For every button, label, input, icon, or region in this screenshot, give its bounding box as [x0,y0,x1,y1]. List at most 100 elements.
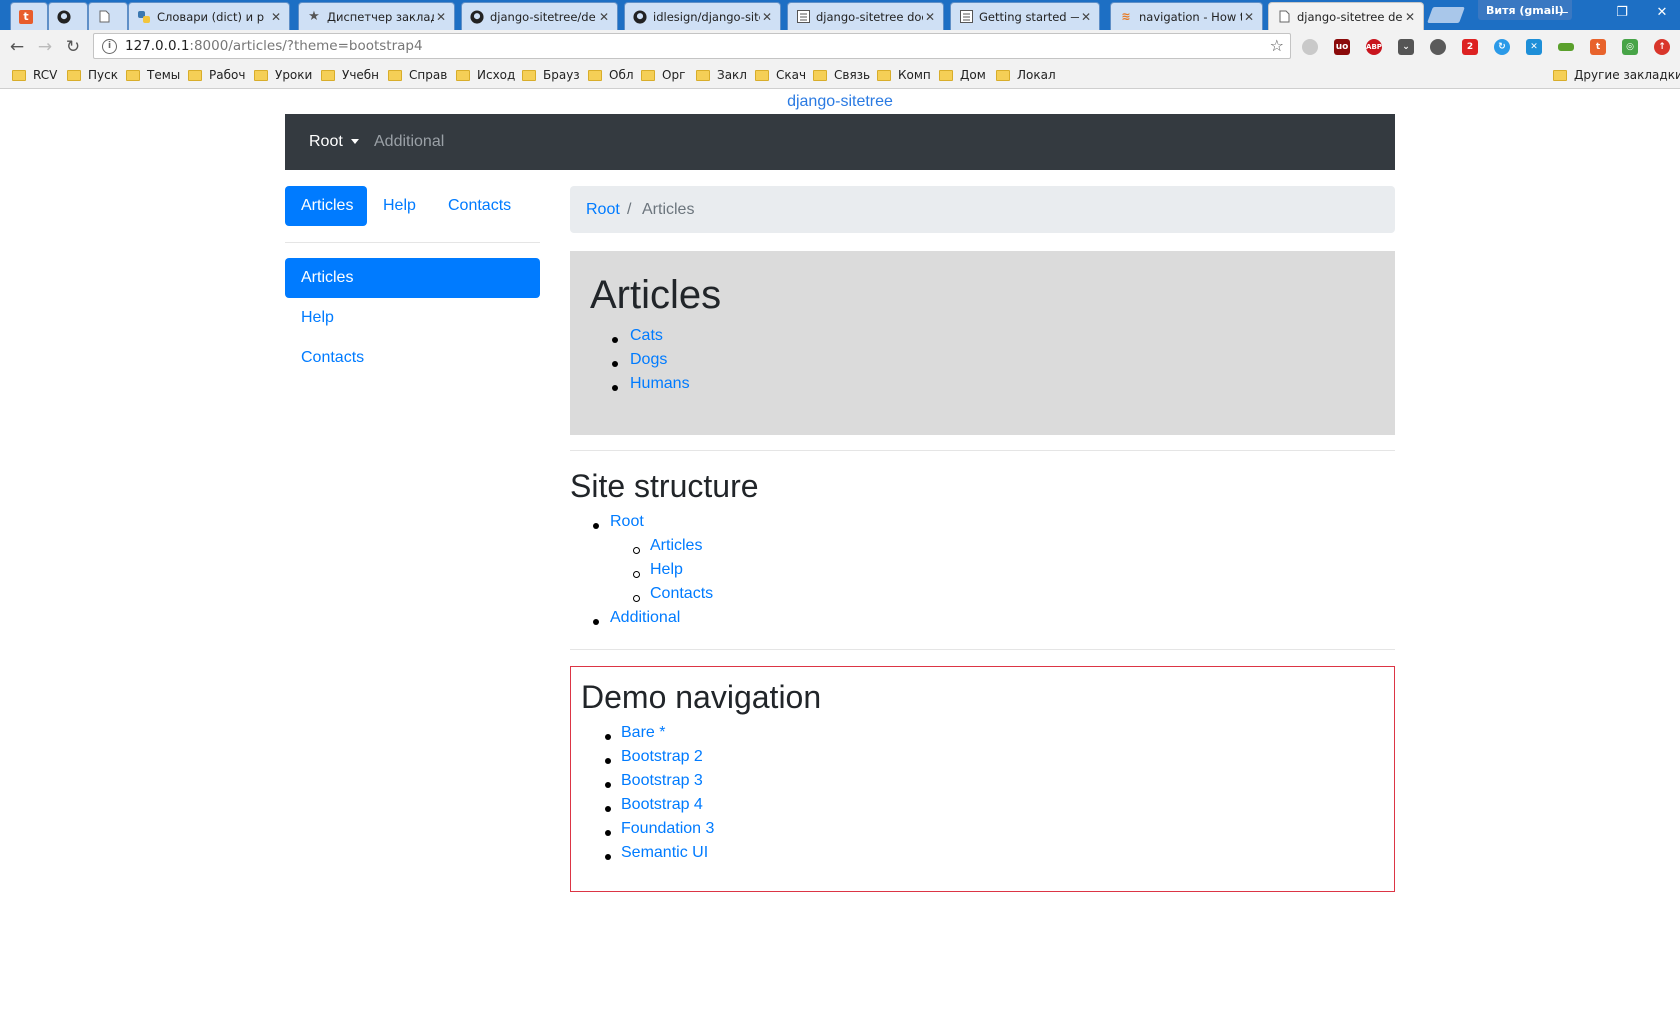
pill-articles[interactable]: Articles [285,186,367,226]
bullet [605,854,611,860]
bookmark-folder[interactable]: Комп [877,68,931,82]
demo-link-bootstrap4[interactable]: Bootstrap 4 [621,796,703,814]
bookmark-folder[interactable]: Локал [996,68,1056,82]
browser-tab[interactable]: idlesign/django-site ✕ [624,2,781,30]
demo-link-bare[interactable]: Bare * [621,724,665,742]
close-window-button[interactable]: ✕ [1640,0,1680,24]
brand-link[interactable]: django-sitetree [0,93,1680,111]
sidebar-item-contacts[interactable]: Contacts [285,338,540,378]
tree-link-root[interactable]: Root [610,513,644,531]
navbar-root-dropdown[interactable]: Root [309,114,359,170]
demo-link-bootstrap3[interactable]: Bootstrap 3 [621,772,703,790]
bookmark-label: Закл [717,68,747,82]
bullet [612,385,618,391]
sidebar-item-help[interactable]: Help [285,298,540,338]
adblock-extension-icon[interactable]: ABP [1366,39,1382,55]
demo-link-foundation3[interactable]: Foundation 3 [621,820,714,838]
evernote-extension-icon[interactable] [1430,39,1446,55]
sync-extension-icon[interactable]: ↻ [1494,39,1510,55]
bookmark-label: Обл [609,68,634,82]
forward-icon[interactable]: → [34,36,56,58]
bookmark-folder[interactable]: Брауз [522,68,580,82]
folder-icon [456,69,470,81]
brand-text[interactable]: django-sitetree [787,93,893,110]
bookmark-folder[interactable]: Учебн [321,68,379,82]
other-bookmarks-folder[interactable]: Другие закладки [1553,68,1680,82]
close-icon[interactable]: ✕ [1403,10,1417,24]
restore-button[interactable]: ❐ [1600,0,1644,24]
tumblr-extension-icon[interactable]: t [1590,39,1606,55]
bookmark-star-icon[interactable]: ☆ [1270,36,1284,55]
bookmark-folder[interactable]: Уроки [254,68,312,82]
bookmark-label: Локал [1017,68,1056,82]
folder-icon [641,69,655,81]
bookmark-folder[interactable]: Обл [588,68,634,82]
bookmark-folder[interactable]: Закл [696,68,747,82]
bookmark-folder[interactable]: Справ [388,68,447,82]
screenshot-extension-icon[interactable]: ◎ [1622,39,1638,55]
close-icon[interactable]: ✕ [760,10,774,24]
folder-icon [877,69,891,81]
bookmark-label: Брауз [543,68,580,82]
url-host: 127.0.0.1 [125,38,190,54]
bookmark-folder[interactable]: RCV [12,68,57,82]
browser-tab[interactable]: django-sitetree doc ✕ [787,2,944,30]
sidebar-item-articles[interactable]: Articles [285,258,540,298]
browser-tab[interactable] [88,2,128,30]
bookmark-folder[interactable]: Скач [755,68,806,82]
breadcrumb-root-link[interactable]: Root [586,186,620,233]
close-icon[interactable]: ✕ [1242,10,1256,24]
bookmark-folder[interactable]: Дом [939,68,986,82]
mail-extension-icon[interactable]: 2 [1462,39,1478,55]
close-icon[interactable]: ✕ [434,10,448,24]
article-link-dogs[interactable]: Dogs [630,351,667,369]
close-icon[interactable]: ✕ [269,10,283,24]
close-icon[interactable]: ✕ [597,10,611,24]
bookmark-folder[interactable]: Связь [813,68,870,82]
pill-contacts[interactable]: Contacts [432,186,527,226]
article-link-humans[interactable]: Humans [630,375,690,393]
globe-extension-icon[interactable] [1302,39,1318,55]
minimize-button[interactable]: — [1540,0,1584,24]
pill-help[interactable]: Help [367,186,432,226]
download-extension-icon[interactable]: ↑ [1654,39,1670,55]
browser-tab[interactable]: django-sitetree/de ✕ [461,2,618,30]
tree-link-articles[interactable]: Articles [650,537,702,555]
tree-link-contacts[interactable]: Contacts [650,585,713,603]
browser-tab[interactable]: t [10,2,48,30]
navbar-additional-link[interactable]: Additional [374,114,444,170]
translate-extension-icon[interactable]: ✕ [1526,39,1542,55]
title-bar: t Словари (dict) и р ✕ ★ Диспетчер закла… [0,0,1680,30]
page-icon [1277,10,1291,24]
reload-icon[interactable]: ↻ [62,36,84,58]
folder-icon [12,69,26,81]
browser-tab-active[interactable]: django-sitetree dei ✕ [1268,2,1424,30]
browser-tab[interactable]: ★ Диспетчер заклад ✕ [298,2,455,30]
new-tab-button[interactable] [1427,7,1465,23]
tree-link-additional[interactable]: Additional [610,609,680,627]
bookmark-folder[interactable]: Рабоч [188,68,245,82]
bookmark-folder[interactable]: Исход [456,68,515,82]
folder-icon [388,69,402,81]
browser-tab[interactable]: Словари (dict) и р ✕ [128,2,290,30]
bookmark-folder[interactable]: Пуск [67,68,118,82]
ublock-extension-icon[interactable]: uo [1334,39,1350,55]
demo-link-semantic-ui[interactable]: Semantic UI [621,844,708,862]
back-icon[interactable]: ← [6,36,28,58]
browser-tab[interactable] [48,2,88,30]
close-icon[interactable]: ✕ [1079,10,1093,24]
close-icon[interactable]: ✕ [923,10,937,24]
pocket-extension-icon[interactable]: ⌄ [1398,39,1414,55]
bookmark-label: Рабоч [209,68,246,82]
browser-tab[interactable]: Getting started — c ✕ [950,2,1100,30]
info-icon[interactable]: i [102,38,117,54]
tree-link-help[interactable]: Help [650,561,683,579]
battery-extension-icon[interactable] [1558,43,1574,51]
article-link-cats[interactable]: Cats [630,327,663,345]
address-bar[interactable]: i 127.0.0.1:8000/articles/?theme=bootstr… [93,33,1291,59]
breadcrumb-current: Articles [642,201,695,218]
bookmark-folder[interactable]: Орг [641,68,685,82]
bookmark-folder[interactable]: Темы [126,68,180,82]
demo-link-bootstrap2[interactable]: Bootstrap 2 [621,748,703,766]
browser-tab[interactable]: ≋ navigation - How t ✕ [1110,2,1263,30]
